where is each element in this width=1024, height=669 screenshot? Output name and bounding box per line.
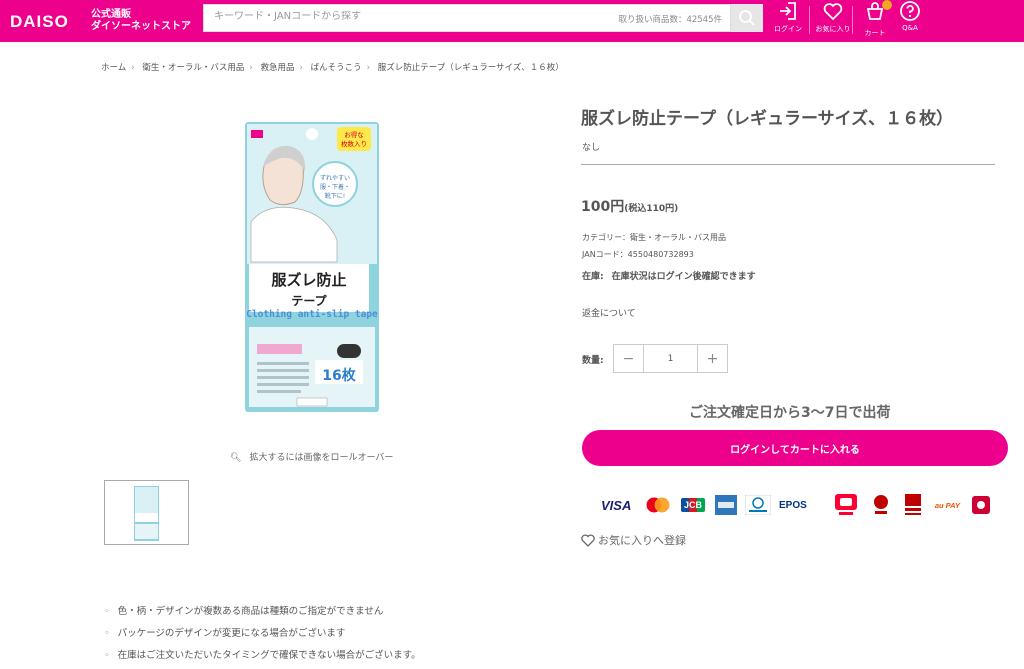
package-badge-line2: 枚数入り <box>341 139 367 148</box>
breadcrumb: ホーム › 衛生・オーラル・バス用品 › 救急用品 › ばんそうこう › 服ズレ防止テー… <box>101 63 564 73</box>
paypay-logo <box>834 494 857 515</box>
search-box: 取り扱い商品数：42545件 <box>203 4 731 32</box>
cart-icon-wrap <box>864 0 892 26</box>
price-main: 100円 <box>581 199 625 215</box>
package-name-line1: 服ズレ防止 <box>271 271 346 289</box>
product-thumbnail[interactable] <box>104 480 189 545</box>
nav-cart[interactable]: カート <box>860 0 892 42</box>
visa-logo: VISA <box>601 497 632 513</box>
nav-qa-label: Q&A <box>902 24 918 32</box>
quantity-label: 数量: <box>582 356 604 366</box>
note-item: 色・柄・デザインが複数ある商品は種類のご指定ができません <box>104 603 421 625</box>
epos-logo: EPOS <box>779 499 807 511</box>
store-name-line2: ダイソーネットストア <box>91 21 191 32</box>
store-name: 公式通販 ダイソーネットストア <box>91 9 191 33</box>
package-name-line2: テープ <box>291 293 327 308</box>
item-count: 取り扱い商品数：42545件 <box>618 15 722 25</box>
breadcrumb-leaf-category[interactable]: ばんそうこう <box>311 63 362 73</box>
nav-cart-label: カート <box>864 29 886 37</box>
product-category: カテゴリー：衛生・オーラル・バス用品 <box>582 233 726 242</box>
quantity-minus-button[interactable]: − <box>614 345 643 372</box>
quantity-plus-button[interactable]: + <box>698 345 727 372</box>
nav-login-label: ログイン <box>774 25 802 33</box>
product-jan: JANコード：4550480732893 <box>582 250 694 259</box>
header-bar: DAISO 公式通販 ダイソーネットストア 取り扱い商品数：42545件 ログイ… <box>0 0 1024 42</box>
svg-text:服・下着・: 服・下着・ <box>320 183 350 191</box>
nav-favorites[interactable]: お気に入り <box>812 0 854 42</box>
favorite-heart-icon <box>581 533 595 547</box>
stock-label: 在庫: <box>582 272 604 282</box>
d-barai-logo <box>971 496 990 514</box>
note-item: パッケージのデザインが変更になる場合がございます <box>104 625 421 647</box>
question-icon <box>900 1 920 21</box>
jcb-logo: JCB <box>681 498 706 512</box>
quantity-value[interactable]: 1 <box>643 345 698 372</box>
nav-login[interactable]: ログイン <box>772 0 804 42</box>
package-badge-line1: お得な <box>344 130 364 139</box>
zoom-hint: 🔍︎ 拡大するには画像をロールオーバー <box>230 450 393 463</box>
r-pay-logo <box>904 494 921 515</box>
rakuten-pay-logo <box>873 495 888 514</box>
breadcrumb-category[interactable]: 衛生・オーラル・バス用品 <box>142 63 244 73</box>
package-english-name: Clothing anti-slip tape <box>246 309 378 320</box>
svg-text:ずれやすい: ずれやすい <box>320 174 350 182</box>
stock-value: 在庫状況はログイン後確認できます <box>611 272 756 282</box>
quantity-stepper: − 1 + <box>613 344 728 373</box>
store-name-line1: 公式通販 <box>91 9 131 20</box>
product-notes: 色・柄・デザインが複数ある商品は種類のご指定ができません パッケージのデザインが… <box>104 603 421 669</box>
title-divider <box>581 164 995 165</box>
nav-divider <box>809 6 810 34</box>
product-title: 服ズレ防止テープ（レギュラーサイズ、１６枚） <box>581 109 954 129</box>
breadcrumb-subcategory[interactable]: 救急用品 <box>260 63 294 73</box>
product-subtitle: なし <box>582 143 601 153</box>
mastercard-logo <box>646 497 670 513</box>
price-tax: (税込110円) <box>624 204 679 214</box>
cart-badge <box>882 0 892 10</box>
stock-status: 在庫: 在庫状況はログイン後確認できます <box>582 269 756 282</box>
breadcrumb-current: 服ズレ防止テープ（レギュラーサイズ、１６枚） <box>377 63 564 73</box>
search-icon <box>739 10 755 26</box>
diners-logo <box>745 495 772 515</box>
refund-link[interactable]: 返金について <box>582 306 636 319</box>
login-add-to-cart-button[interactable]: ログインしてカートに入れる <box>582 430 1008 466</box>
payment-methods: VISA JCB EPOS au PAY <box>601 492 990 518</box>
daiso-logo[interactable]: DAISO <box>10 12 69 32</box>
login-icon <box>780 2 796 20</box>
zoom-hint-text: 拡大するには画像をロールオーバー <box>249 453 394 463</box>
add-to-favorites-label: お気に入りへ登録 <box>598 534 686 547</box>
svg-text:靴下に!: 靴下に! <box>325 192 345 200</box>
search-button[interactable] <box>731 4 763 32</box>
nav-divider <box>852 6 853 34</box>
nav-favorites-label: お気に入り <box>815 25 851 33</box>
search-input[interactable] <box>214 11 594 22</box>
amex-logo <box>715 495 738 515</box>
product-package-illustration: お得な 枚数入り ずれやすい 服・下着・ 靴下に! 服ズレ防止 テープ Clot… <box>245 122 379 412</box>
package-count: 16枚 <box>322 367 356 384</box>
nav-qa[interactable]: Q&A <box>896 0 924 42</box>
thumbnail-image <box>134 486 159 541</box>
product-main-image[interactable]: お得な 枚数入り ずれやすい 服・下着・ 靴下に! 服ズレ防止 テープ Clot… <box>245 122 379 412</box>
add-to-favorites[interactable]: お気に入りへ登録 <box>581 532 686 548</box>
shipping-message: ご注文確定日から3〜7日で出荷 <box>689 405 891 421</box>
au-pay-logo: au PAY <box>934 500 960 510</box>
zoom-icon: 🔍︎ <box>230 453 242 463</box>
breadcrumb-home[interactable]: ホーム <box>101 63 126 73</box>
product-price: 100円(税込110円) <box>581 196 678 216</box>
note-item: 在庫はご注文いただいたタイミングで確保できない場合がございます。 <box>104 647 421 669</box>
heart-icon <box>823 3 843 21</box>
